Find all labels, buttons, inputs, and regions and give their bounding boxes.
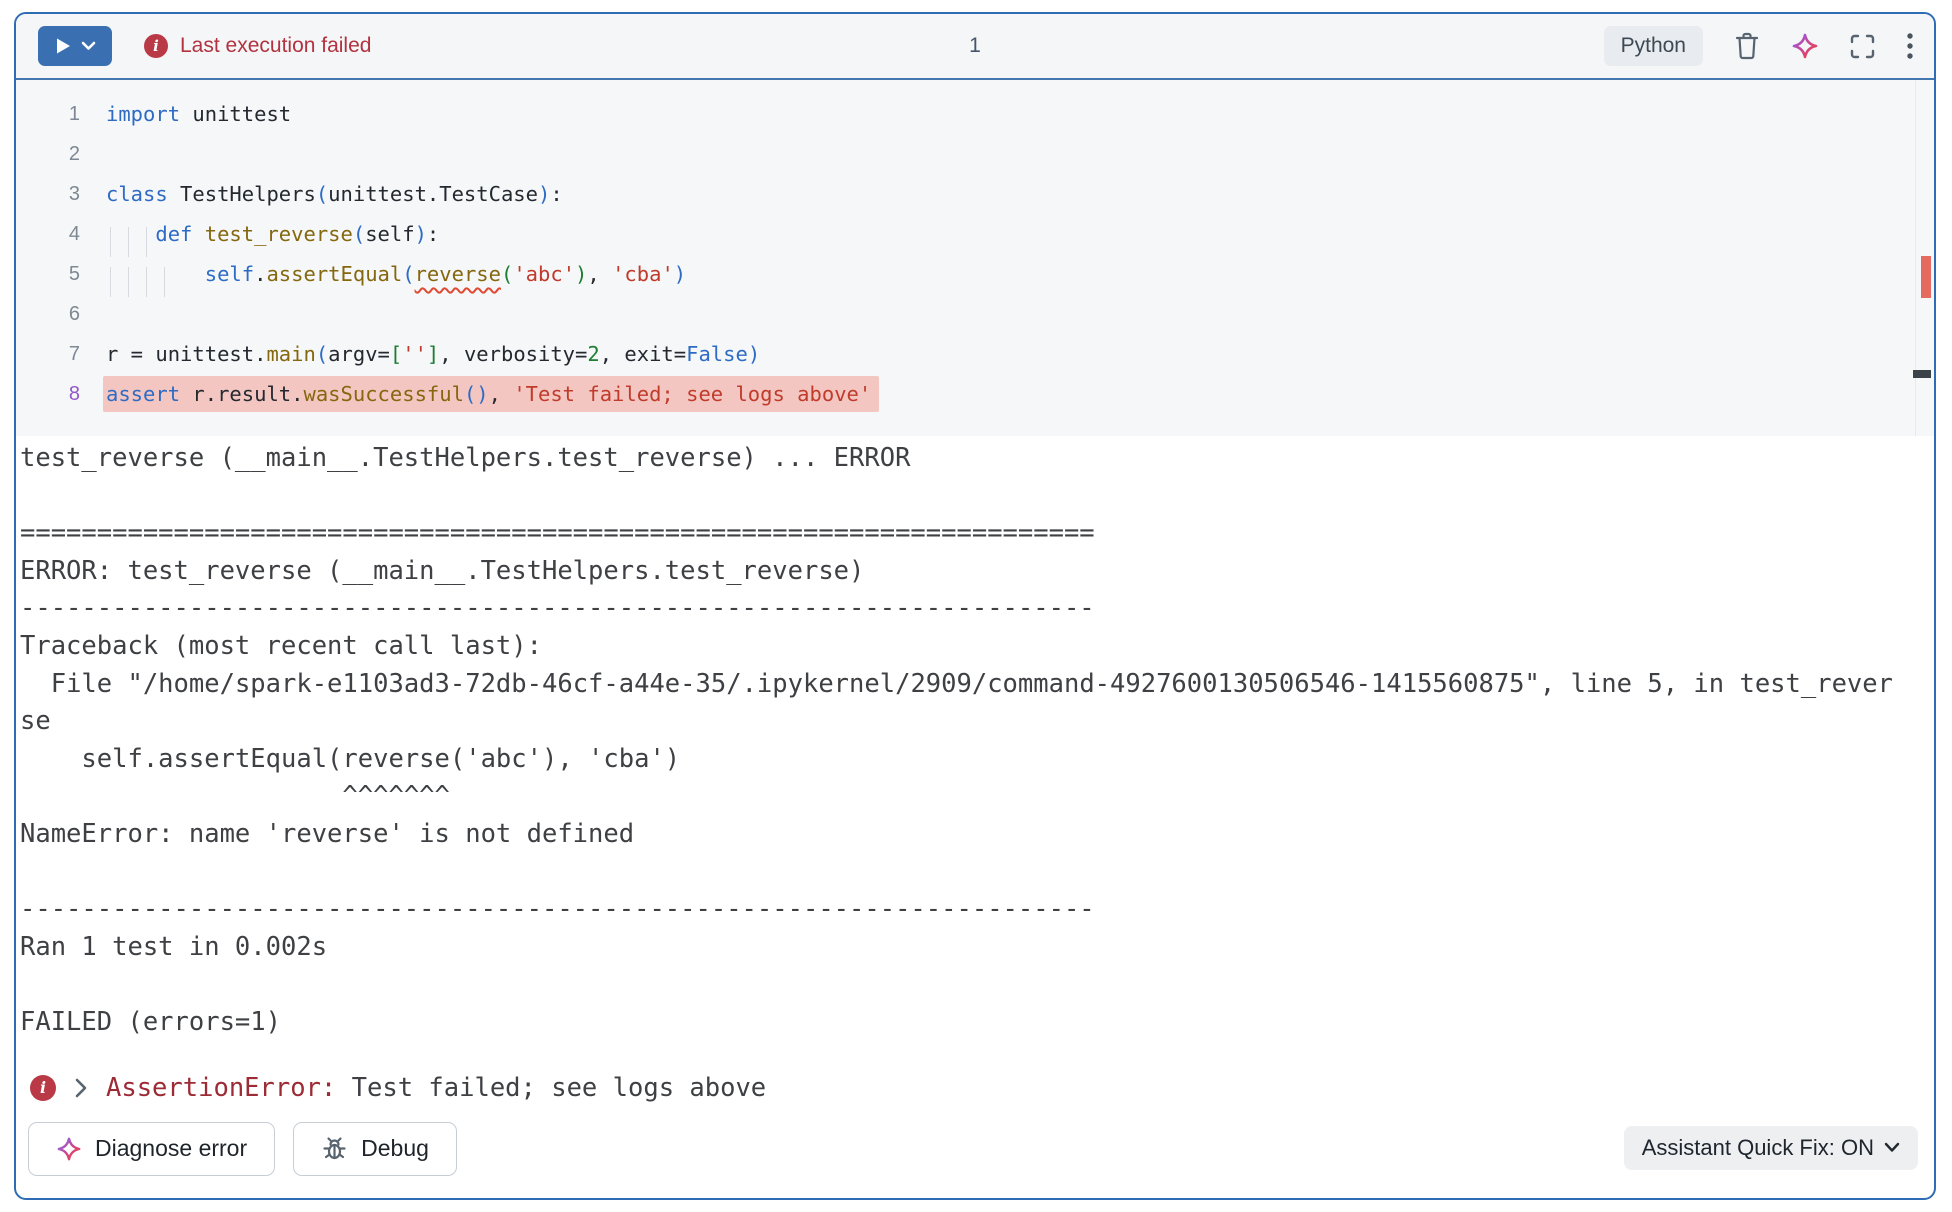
- output-line: [20, 854, 1902, 892]
- chevron-down-icon: [1884, 1142, 1900, 1153]
- overview-error-mark: [1921, 256, 1931, 298]
- code-line-text: import unittest: [80, 102, 291, 126]
- cell-toolbar: i Last execution failed 1 Python: [16, 14, 1934, 78]
- line-number: 4: [16, 223, 80, 246]
- line-number: 1: [16, 103, 80, 126]
- indent-guide: [110, 227, 111, 257]
- exception-message: AssertionError: Test failed; see logs ab…: [106, 1073, 766, 1103]
- debug-button[interactable]: Debug: [293, 1122, 457, 1176]
- maximize-button[interactable]: [1849, 33, 1876, 60]
- assistant-sparkle-icon: [1791, 32, 1819, 60]
- notebook-cell: i Last execution failed 1 Python: [14, 12, 1936, 1200]
- sparkle-icon: [56, 1136, 82, 1162]
- assistant-button[interactable]: [1791, 32, 1819, 60]
- indent-guide: [128, 227, 129, 257]
- line-number: 6: [16, 303, 80, 326]
- output-line: [20, 966, 1902, 1004]
- kebab-menu-icon: [1906, 31, 1914, 61]
- line-number: 5: [16, 263, 80, 286]
- code-line[interactable]: 1import unittest: [16, 94, 1934, 134]
- indent-guide: [146, 227, 147, 257]
- code-line[interactable]: 7r = unittest.main(argv=[''], verbosity=…: [16, 334, 1934, 374]
- bug-icon: [321, 1135, 348, 1162]
- output-line: ========================================…: [20, 515, 1902, 553]
- language-selector[interactable]: Python: [1604, 26, 1703, 66]
- code-line-text: def test_reverse(self):: [80, 222, 439, 246]
- cell-footer: Diagnose error Debug Assistant Quick Fix…: [16, 1122, 1934, 1176]
- line-number: 3: [16, 183, 80, 206]
- expand-exception-button[interactable]: [72, 1077, 90, 1099]
- diagnose-error-button[interactable]: Diagnose error: [28, 1122, 275, 1176]
- diagnose-error-label: Diagnose error: [95, 1135, 247, 1162]
- code-line[interactable]: 8assert r.result.wasSuccessful(), 'Test …: [16, 374, 1934, 414]
- line-number: 2: [16, 143, 80, 166]
- cell-menu-button[interactable]: [1906, 31, 1914, 61]
- output-line: ERROR: test_reverse (__main__.TestHelper…: [20, 553, 1902, 591]
- output-line: self.assertEqual(reverse('abc'), 'cba'): [20, 741, 1902, 779]
- fullscreen-icon: [1849, 33, 1876, 60]
- indent-guide: [128, 267, 129, 297]
- code-lines: 1import unittest23class TestHelpers(unit…: [16, 94, 1934, 414]
- status-text: Last execution failed: [180, 34, 371, 58]
- output-line: NameError: name 'reverse' is not defined: [20, 816, 1902, 854]
- code-line-text: r = unittest.main(argv=[''], verbosity=2…: [80, 342, 760, 366]
- code-line[interactable]: 4 def test_reverse(self):: [16, 214, 1934, 254]
- indent-guide: [110, 267, 111, 297]
- output-line: FAILED (errors=1): [20, 1004, 1902, 1042]
- trash-icon: [1733, 31, 1761, 61]
- quickfix-label: Assistant Quick Fix: ON: [1642, 1135, 1874, 1161]
- exception-detail: Test failed; see logs above: [336, 1073, 766, 1103]
- debug-label: Debug: [361, 1135, 429, 1162]
- overview-cursor-mark: [1913, 370, 1931, 378]
- line-number: 8: [16, 383, 80, 406]
- exception-type: AssertionError:: [106, 1073, 336, 1103]
- code-line[interactable]: 6: [16, 294, 1934, 334]
- code-line-text: assert r.result.wasSuccessful(), 'Test f…: [80, 382, 879, 406]
- output-line: ----------------------------------------…: [20, 891, 1902, 929]
- delete-cell-button[interactable]: [1733, 31, 1761, 61]
- exception-info-icon[interactable]: i: [30, 1075, 56, 1101]
- assistant-quickfix-toggle[interactable]: Assistant Quick Fix: ON: [1624, 1126, 1918, 1170]
- overview-ruler: [1915, 80, 1916, 436]
- run-button[interactable]: [38, 26, 112, 66]
- code-line[interactable]: 5 self.assertEqual(reverse('abc'), 'cba'…: [16, 254, 1934, 294]
- code-line-text: class TestHelpers(unittest.TestCase):: [80, 182, 563, 206]
- toolbar-actions: Python: [1604, 26, 1914, 66]
- code-line-text: self.assertEqual(reverse('abc'), 'cba'): [80, 262, 686, 286]
- code-line[interactable]: 2: [16, 134, 1934, 174]
- output-line: Traceback (most recent call last):: [20, 628, 1902, 666]
- execution-count: 1: [969, 34, 981, 58]
- run-dropdown-icon[interactable]: [81, 41, 96, 51]
- error-info-icon: i: [144, 34, 168, 58]
- output-line: test_reverse (__main__.TestHelpers.test_…: [20, 440, 1902, 478]
- indent-guide: [146, 267, 147, 297]
- execution-status: i Last execution failed: [144, 34, 371, 58]
- run-icon: [55, 37, 72, 55]
- output-line: [20, 478, 1902, 516]
- exception-row: i AssertionError: Test failed; see logs …: [16, 1068, 1934, 1108]
- code-editor[interactable]: 1import unittest23class TestHelpers(unit…: [16, 78, 1934, 436]
- cell-output: test_reverse (__main__.TestHelpers.test_…: [16, 436, 1934, 1042]
- output-line: File "/home/spark-e1103ad3-72db-46cf-a44…: [20, 666, 1902, 741]
- code-line[interactable]: 3class TestHelpers(unittest.TestCase):: [16, 174, 1934, 214]
- output-line: ^^^^^^^: [20, 778, 1902, 816]
- line-number: 7: [16, 343, 80, 366]
- output-lines: test_reverse (__main__.TestHelpers.test_…: [20, 440, 1902, 1042]
- output-line: ----------------------------------------…: [20, 590, 1902, 628]
- indent-guide: [164, 267, 165, 297]
- output-line: Ran 1 test in 0.002s: [20, 929, 1902, 967]
